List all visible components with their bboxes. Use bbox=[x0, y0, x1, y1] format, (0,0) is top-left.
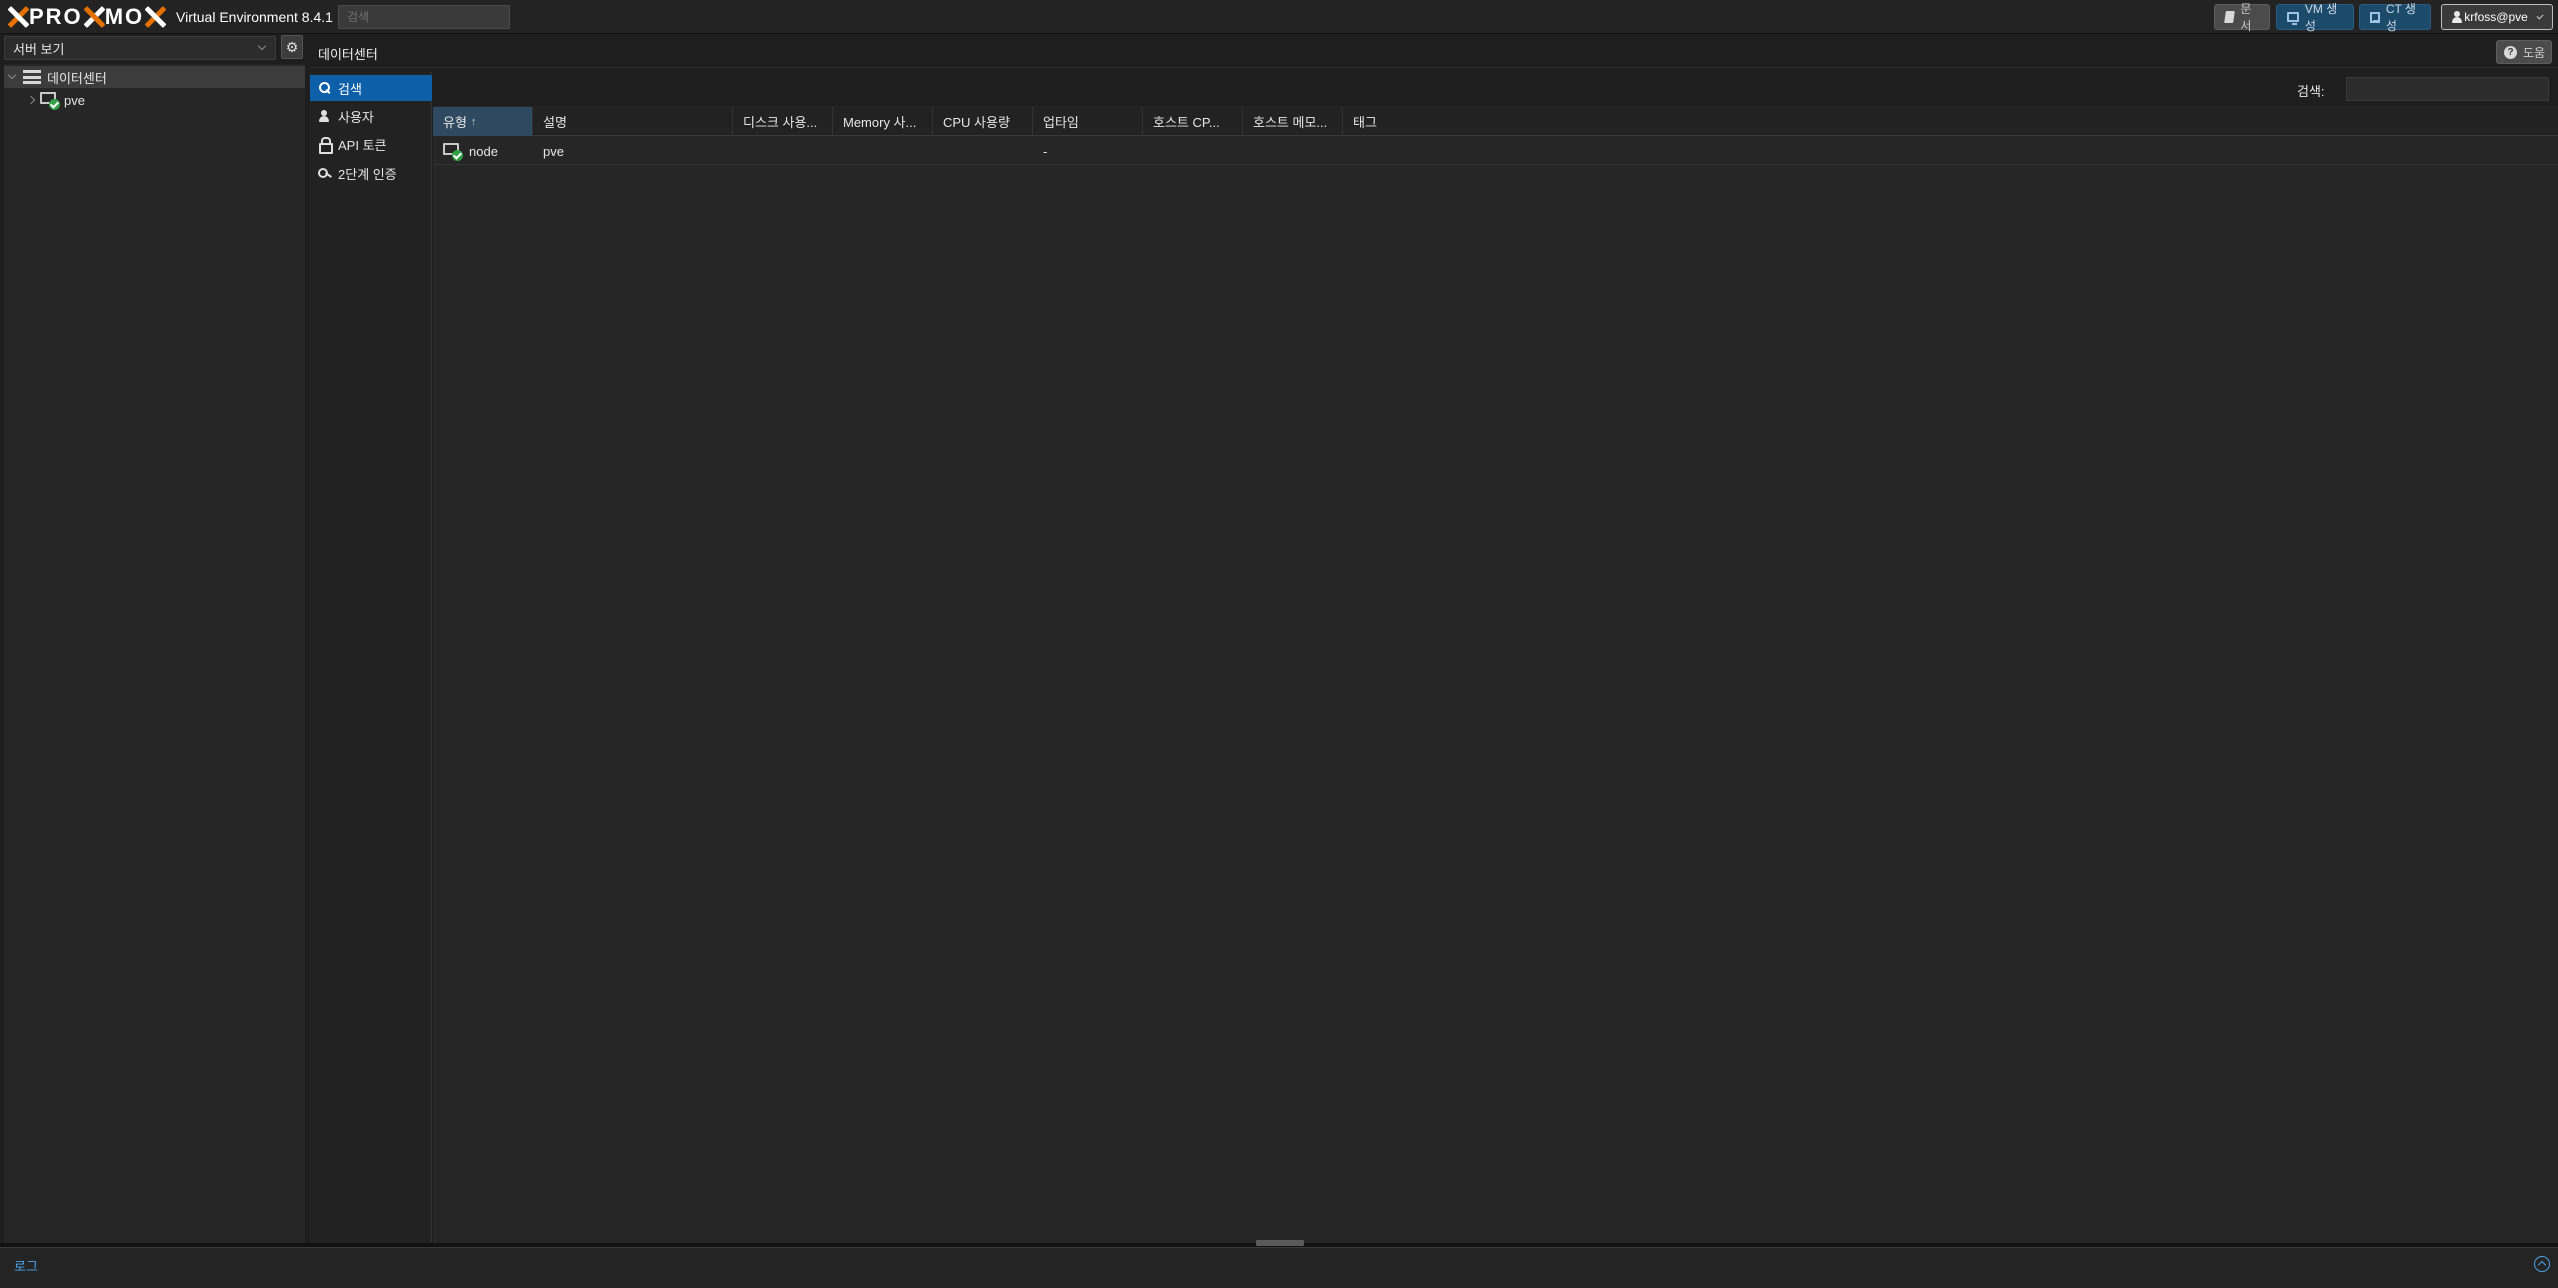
menu-item-api-tokens[interactable]: API 토큰 bbox=[310, 131, 432, 157]
user-icon bbox=[2452, 11, 2463, 23]
column-header-memory[interactable]: Memory 사... bbox=[833, 107, 933, 136]
grid-search-input[interactable] bbox=[2346, 77, 2549, 101]
tree-settings-button[interactable]: ⚙ bbox=[281, 35, 303, 59]
user-icon bbox=[318, 109, 332, 123]
chevron-down-icon bbox=[2536, 11, 2544, 20]
search-icon bbox=[318, 81, 332, 95]
column-header-host-memory[interactable]: 호스트 메모... bbox=[1243, 107, 1343, 136]
log-panel: 로그 bbox=[0, 1247, 2558, 1288]
content-header: 데이터센터 ? 도움 bbox=[310, 34, 2558, 68]
question-icon: ? bbox=[2504, 45, 2517, 59]
menu-item-users[interactable]: 사용자 bbox=[310, 103, 432, 129]
cell-type: node bbox=[433, 137, 533, 165]
grid-toolbar: 검색: bbox=[433, 72, 2558, 106]
column-header-disk[interactable]: 디스크 사용... bbox=[733, 107, 833, 136]
key-icon bbox=[318, 166, 332, 180]
book-icon bbox=[2224, 11, 2236, 23]
product-version: Virtual Environment 8.4.1 bbox=[176, 9, 333, 25]
column-header-label: Memory 사... bbox=[843, 115, 917, 130]
user-menu-button[interactable]: krfoss@pve bbox=[2441, 4, 2553, 30]
column-header-description[interactable]: 설명 bbox=[533, 107, 733, 136]
create-ct-button[interactable]: CT 생성 bbox=[2359, 2, 2431, 33]
docs-button-label: 문서 bbox=[2240, 2, 2252, 33]
tree-item-node-label: pve bbox=[64, 92, 85, 108]
column-header-label: 설명 bbox=[543, 115, 567, 130]
view-selector-value: 서버 보기 bbox=[13, 41, 65, 57]
global-search-input[interactable] bbox=[338, 5, 510, 29]
docs-button[interactable]: 문서 bbox=[2214, 2, 2270, 33]
splitter-handle[interactable] bbox=[1256, 1240, 1304, 1246]
app-root: PRO MO Virtual Environment 8.4.1 문서 VM 생… bbox=[0, 0, 2558, 1288]
proxmox-logo: PRO MO bbox=[7, 4, 166, 29]
tree-item-datacenter-label: 데이터센터 bbox=[47, 70, 107, 86]
cell-host-memory bbox=[1243, 137, 1343, 165]
tree-item-datacenter[interactable]: 데이터센터 bbox=[4, 66, 305, 88]
menu-item-search[interactable]: 검색 bbox=[310, 75, 432, 101]
top-bar: PRO MO Virtual Environment 8.4.1 문서 VM 생… bbox=[0, 0, 2558, 34]
column-header-label: 유형 bbox=[443, 115, 467, 130]
view-selector[interactable]: 서버 보기 bbox=[4, 36, 276, 60]
resource-tree: 데이터센터 pve bbox=[4, 64, 305, 1243]
container-icon bbox=[2370, 11, 2380, 23]
page-title: 데이터센터 bbox=[318, 47, 378, 62]
logo-x-icon bbox=[144, 6, 166, 28]
cell-description: pve bbox=[543, 143, 564, 159]
cell-cpu bbox=[933, 137, 1033, 165]
datacenter-icon bbox=[23, 70, 41, 84]
gear-icon: ⚙ bbox=[285, 38, 299, 55]
menu-item-label: 2단계 인증 bbox=[338, 166, 397, 182]
grid-search-label: 검색: bbox=[2297, 84, 2325, 99]
menu-item-two-factor[interactable]: 2단계 인증 bbox=[310, 160, 432, 186]
column-header-type[interactable]: 유형 ↑ bbox=[433, 107, 533, 136]
column-header-label: 업타임 bbox=[1043, 115, 1079, 130]
help-button[interactable]: ? 도움 bbox=[2496, 40, 2552, 64]
node-online-icon bbox=[40, 92, 60, 110]
column-header-label: 디스크 사용... bbox=[743, 115, 818, 130]
chevron-down-icon bbox=[257, 41, 267, 51]
expander-closed-icon[interactable] bbox=[26, 95, 36, 105]
cell-memory bbox=[833, 137, 933, 165]
tree-item-node-pve[interactable]: pve bbox=[4, 89, 305, 111]
column-header-cpu[interactable]: CPU 사용량 bbox=[933, 107, 1033, 136]
menu-item-label: API 토큰 bbox=[338, 137, 387, 153]
column-header-label: 호스트 메모... bbox=[1253, 115, 1328, 130]
menu-item-label: 검색 bbox=[338, 81, 362, 97]
log-tab[interactable]: 로그 bbox=[14, 1256, 38, 1275]
create-ct-button-label: CT 생성 bbox=[2385, 2, 2416, 33]
user-menu-label: krfoss@pve bbox=[2464, 10, 2528, 24]
lock-icon bbox=[318, 137, 333, 154]
create-vm-button-label: VM 생성 bbox=[2304, 2, 2338, 33]
logo-x-icon bbox=[7, 6, 29, 28]
expander-open-icon[interactable] bbox=[7, 70, 17, 80]
column-header-label: 호스트 CP... bbox=[1153, 115, 1220, 130]
column-header-label: 태그 bbox=[1353, 115, 1377, 130]
node-online-icon bbox=[443, 143, 463, 161]
cell-host-cpu bbox=[1143, 137, 1243, 165]
logo-text-pro: PRO bbox=[29, 4, 83, 29]
expand-up-icon[interactable] bbox=[2534, 1256, 2550, 1272]
column-header-label: CPU 사용량 bbox=[943, 115, 1010, 130]
column-header-tags[interactable]: 태그 bbox=[1343, 107, 1443, 136]
sort-ascending-icon: ↑ bbox=[470, 115, 477, 128]
datacenter-menu: 검색 사용자 API 토큰 2단계 인증 bbox=[310, 72, 432, 1243]
cell-type-text: node bbox=[469, 143, 498, 159]
help-button-label: 도움 bbox=[2523, 45, 2546, 60]
column-header-host-cpu[interactable]: 호스트 CP... bbox=[1143, 107, 1243, 136]
grid-header: 유형 ↑ 설명 디스크 사용... Memory 사... CPU 사용량 업타… bbox=[433, 107, 2558, 136]
create-vm-button[interactable]: VM 생성 bbox=[2276, 2, 2354, 33]
resource-tree-panel: 서버 보기 ⚙ 데이터센터 pve bbox=[4, 34, 305, 1243]
cell-tags bbox=[1343, 137, 1443, 165]
logo-x-icon bbox=[83, 6, 105, 28]
search-results-panel: 검색: 유형 ↑ 설명 디스크 사용... Memory 사... CPU 사용… bbox=[433, 72, 2558, 1243]
cell-uptime: - bbox=[1043, 143, 1048, 159]
cell-disk bbox=[733, 137, 833, 165]
logo-text-mo: MO bbox=[104, 4, 145, 29]
menu-item-label: 사용자 bbox=[338, 109, 374, 125]
column-header-uptime[interactable]: 업타임 bbox=[1033, 107, 1143, 136]
table-row[interactable]: node pve - bbox=[433, 137, 2558, 165]
monitor-icon bbox=[2287, 12, 2299, 25]
